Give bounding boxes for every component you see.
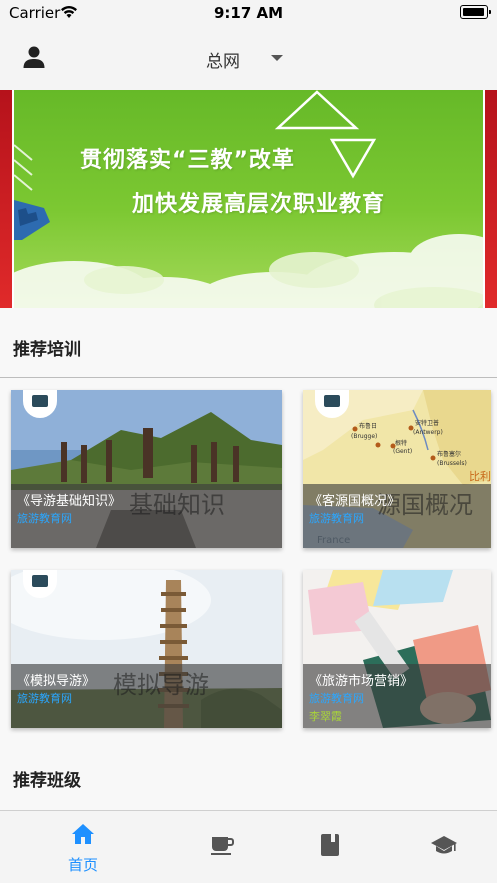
svg-text:比利: 比利 [469, 470, 491, 483]
svg-text:布鲁日: 布鲁日 [359, 422, 377, 430]
course-title: 《导游基础知识》 [17, 494, 122, 509]
svg-text:布鲁塞尔: 布鲁塞尔 [437, 450, 461, 458]
graduation-cap-icon [431, 836, 457, 854]
content-area [0, 308, 497, 810]
great-wall-decoration [14, 200, 50, 240]
tab-home[interactable]: 首页 [21, 811, 145, 883]
banner-headline: 贯彻落实“三教”改革 [80, 148, 295, 173]
course-card[interactable]: 《旅游市场营销》 旅游教育网 李翠霞 [303, 570, 491, 728]
tab-book[interactable] [269, 811, 393, 883]
course-provider: 旅游教育网 [17, 512, 72, 525]
banner-slide[interactable]: 贯彻落实“三教”改革 加快发展高层次职业教育 [14, 90, 483, 308]
course-title: 《旅游市场营销》 [309, 674, 414, 689]
site-selector-title[interactable]: 总网 [206, 47, 240, 72]
section-title-classes: 推荐班级 [13, 771, 81, 791]
svg-text:(Brugge): (Brugge) [351, 433, 377, 440]
nav-bar: 总网 [0, 26, 497, 90]
section-divider [0, 377, 497, 378]
course-card[interactable]: 模拟导游 《模拟导游》 旅游教育网 [11, 570, 282, 728]
banner-carousel[interactable]: 贯彻落实“三教”改革 加快发展高层次职业教育 [0, 90, 497, 308]
tab-courses[interactable] [380, 811, 497, 883]
banner-next-slide-edge [485, 90, 497, 308]
course-provider: 旅游教育网 [17, 692, 72, 705]
section-title-training: 推荐培训 [13, 340, 81, 360]
card-watermark: 模拟导游 [113, 671, 209, 699]
course-card[interactable]: 布鲁日 (Brugge) 安特卫普 (Antwerp) 根特 (Gent) 布鲁… [303, 390, 491, 548]
card-watermark: 基础知识 [129, 491, 225, 519]
svg-text:(Gent): (Gent) [393, 448, 412, 455]
user-icon[interactable] [22, 44, 46, 70]
course-provider: 旅游教育网 [309, 692, 364, 705]
tab-label: 首页 [67, 856, 98, 874]
svg-text:安特卫普: 安特卫普 [415, 419, 439, 427]
status-bar: Carrier 9:17 AM [0, 0, 497, 26]
svg-text:根特: 根特 [395, 439, 407, 447]
home-icon [72, 824, 94, 844]
svg-text:(Antwerp): (Antwerp) [413, 429, 443, 436]
battery-icon [460, 5, 491, 19]
svg-text:(Brussels): (Brussels) [437, 460, 467, 467]
bottom-tab-bar: 首页 [0, 810, 497, 883]
coffee-icon [211, 837, 234, 855]
course-provider: 旅游教育网 [309, 512, 364, 525]
course-author: 李翠霞 [309, 710, 342, 723]
banner-prev-slide-edge [0, 90, 12, 308]
status-time: 9:17 AM [213, 4, 284, 22]
banner-subheadline: 加快发展高层次职业教育 [132, 192, 386, 217]
course-title: 《客源国概况》 [309, 494, 401, 509]
tab-coffee[interactable] [160, 811, 284, 883]
chevron-down-icon[interactable] [271, 55, 283, 61]
course-card[interactable]: 基础知识 《导游基础知识》 旅游教育网 [11, 390, 282, 548]
course-title: 《模拟导游》 [17, 674, 96, 689]
book-icon [321, 834, 339, 856]
